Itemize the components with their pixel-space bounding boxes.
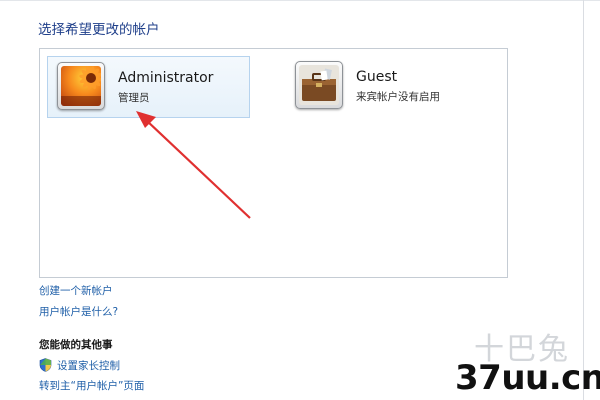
create-account-link[interactable]: 创建一个新帐户 [39, 283, 113, 298]
orange-flower-picture-icon [61, 66, 101, 106]
accounts-list: Administrator 管理员 Guest 来宾帐户没有启用 [39, 48, 508, 278]
page-title: 选择希望更改的帐户 [38, 22, 160, 38]
watermark-logo: 37uu.cn [455, 358, 600, 398]
what-is-account-link[interactable]: 用户帐户是什么? [39, 304, 118, 319]
parental-controls-link[interactable]: 设置家长控制 [57, 358, 120, 373]
user-accounts-window: 选择希望更改的帐户 Administrator 管理员 Guest 来宾帐户没有… [0, 0, 600, 400]
account-type: 管理员 [118, 92, 150, 104]
other-tasks-title: 您能做的其他事 [39, 339, 113, 351]
account-picture-frame [57, 62, 105, 110]
account-type: 来宾帐户没有启用 [356, 91, 440, 103]
account-name: Guest [356, 69, 398, 85]
shield-icon [39, 357, 52, 372]
account-tile-administrator[interactable]: Administrator 管理员 [47, 56, 250, 118]
account-tile-guest[interactable]: Guest 来宾帐户没有启用 [286, 56, 489, 118]
account-name: Administrator [118, 70, 214, 86]
account-picture-frame [295, 61, 343, 109]
top-divider [0, 0, 600, 1]
goto-main-user-accounts-link[interactable]: 转到主“用户帐户”页面 [39, 378, 144, 393]
briefcase-picture-icon [299, 65, 339, 105]
right-border [583, 0, 584, 400]
